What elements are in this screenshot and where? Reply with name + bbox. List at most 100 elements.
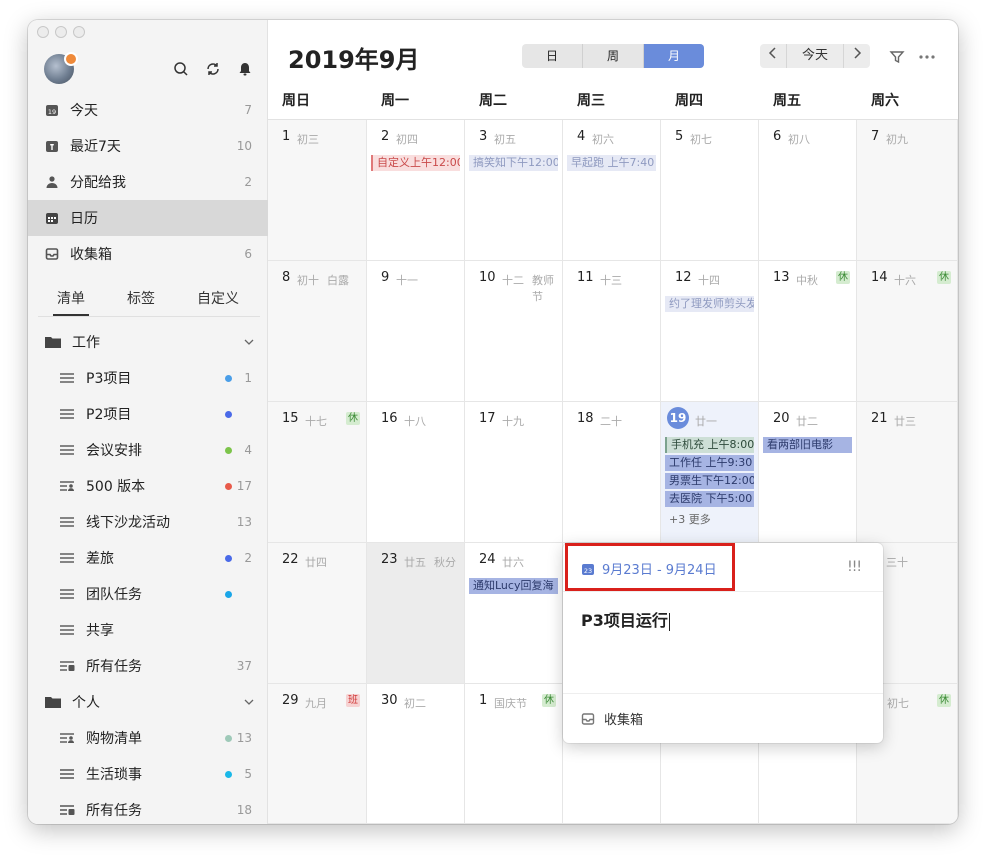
smart-list-item[interactable]: 分配给我 2 (28, 164, 268, 200)
priority-button[interactable]: !!! (847, 559, 862, 575)
day-cell[interactable]: 10 十二 教师节 (465, 261, 563, 402)
date-navigator: 今天 (760, 44, 870, 68)
avatar[interactable] (44, 52, 78, 84)
tab-custom[interactable]: 自定义 (193, 282, 243, 316)
calendar-event[interactable]: 早起跑 上午7:40 (567, 155, 656, 171)
calendar-event[interactable]: 看两部旧电影 (763, 437, 852, 453)
due-date-row[interactable]: 23 9月23日 - 9月24日 (581, 559, 717, 578)
day-cell[interactable]: 4 初六 早起跑 上午7:40 (563, 120, 661, 261)
list-item[interactable]: 购物清单 13 (28, 720, 268, 756)
tab-lists[interactable]: 清单 (53, 282, 89, 316)
day-cell[interactable]: 17 十九 (465, 402, 563, 543)
smart-list-item[interactable]: 日历 (28, 200, 268, 236)
calendar-event[interactable]: 自定义上午12:00 (371, 155, 460, 171)
list-item[interactable]: 团队任务 (28, 576, 268, 612)
task-title-input[interactable]: P3项目运行 (581, 607, 670, 631)
list-item[interactable]: 差旅 2 (28, 540, 268, 576)
day-cell[interactable]: 14 十六 休 (857, 261, 958, 402)
day-cell[interactable]: 19 廿一 手机充 上午8:00 工作任 上午9:30 男票生下午12:00 去医院 下午… (661, 402, 759, 543)
calendar-event[interactable]: 去医院 下午5:00 (665, 491, 754, 507)
more-options-icon[interactable] (918, 48, 936, 66)
search-icon[interactable] (172, 60, 190, 78)
solar-term: 教师节 (532, 274, 554, 303)
calendar-event[interactable]: 手机充 上午8:00 (665, 437, 754, 453)
day-cell[interactable]: 11 十三 (563, 261, 661, 402)
task-count: 5 (244, 767, 252, 781)
calendar-date-icon: 23 (582, 563, 594, 575)
list-item[interactable]: 500 版本 17 (28, 468, 268, 504)
chevron-down-icon[interactable] (244, 695, 254, 709)
day-cell[interactable]: 30 初二 (367, 684, 465, 824)
lunar-date: 十九 (502, 415, 524, 428)
list-item[interactable]: 所有任务 37 (28, 648, 268, 684)
list-item[interactable]: 所有任务 18 (28, 792, 268, 824)
calendar-event[interactable]: 男票生下午12:00 (665, 473, 754, 489)
list-item[interactable]: 共享 (28, 612, 268, 648)
smart-list-item[interactable]: 19 今天 7 (28, 92, 268, 128)
day-cell[interactable]: 15 十七 休 (268, 402, 367, 543)
app-window: 19 今天 7 最近7天 10 分配给我 2 日历 收集箱 6 清单 标签 自定义 工作 P3项目 1… (28, 20, 958, 824)
day-cell[interactable]: 2 初四 自定义上午12:00 (367, 120, 465, 261)
list-name: 收集箱 (604, 713, 644, 728)
close-window-button[interactable] (37, 26, 49, 38)
tab-tags[interactable]: 标签 (123, 282, 159, 316)
day-cell[interactable]: 9 十一 (367, 261, 465, 402)
task-count: 37 (236, 659, 252, 673)
smart-list-item[interactable]: 最近7天 10 (28, 128, 268, 164)
folder-label: 个人 (72, 695, 100, 711)
weekday-label: 周四 (675, 93, 703, 109)
lunar-date: 国庆节 (494, 697, 527, 710)
list-item[interactable]: P3项目 1 (28, 360, 268, 396)
day-cell[interactable]: 12 十四 约了理发师剪头发 (661, 261, 759, 402)
lunar-date: 廿二 (796, 415, 818, 428)
day-cell[interactable]: 13 中秋 休 (759, 261, 857, 402)
day-cell[interactable]: 1 初三 (268, 120, 367, 261)
view-week-button[interactable]: 周 (583, 44, 644, 68)
day-cell[interactable]: 3 初五 搞笑知下午12:00 (465, 120, 563, 261)
list-item[interactable]: 线下沙龙活动 13 (28, 504, 268, 540)
minimize-window-button[interactable] (55, 26, 67, 38)
day-cell[interactable]: 20 廿二 看两部旧电影 (759, 402, 857, 543)
day-cell[interactable]: 8 初十 白露 (268, 261, 367, 402)
day-cell[interactable]: 24 廿六 通知Lucy回复海 (465, 543, 563, 684)
list-selector[interactable]: 收集箱 (581, 709, 643, 728)
lunar-date: 初五 (494, 133, 516, 146)
day-cell[interactable]: 16 十八 (367, 402, 465, 543)
view-month-button[interactable]: 月 (644, 44, 704, 68)
color-dot (225, 770, 232, 778)
today-button[interactable]: 今天 (786, 44, 844, 68)
holiday-badge: 休 (542, 694, 556, 707)
day-cell[interactable]: 7 初九 (857, 120, 958, 261)
folder-row[interactable]: 工作 (28, 324, 268, 360)
zoom-window-button[interactable] (73, 26, 85, 38)
view-day-button[interactable]: 日 (522, 44, 583, 68)
day-cell[interactable]: 1 国庆节 休 (465, 684, 563, 824)
sync-icon[interactable] (204, 60, 222, 78)
folder-row[interactable]: 个人 (28, 684, 268, 720)
day-cell[interactable]: 21 廿三 (857, 402, 958, 543)
chevron-down-icon[interactable] (244, 335, 254, 349)
day-cell[interactable]: 6 初八 (759, 120, 857, 261)
list-item[interactable]: 生活琐事 5 (28, 756, 268, 792)
list-item[interactable]: P2项目 (28, 396, 268, 432)
lunar-date: 初四 (396, 133, 418, 146)
more-events-link[interactable]: +3 更多 (669, 511, 711, 527)
filter-icon[interactable] (888, 48, 906, 66)
list-item[interactable]: 会议安排 4 (28, 432, 268, 468)
calendar-event[interactable]: 约了理发师剪头发 (665, 296, 754, 312)
list-label: P2项目 (86, 407, 132, 423)
color-dot (225, 734, 232, 742)
calendar-event[interactable]: 工作任 上午9:30 (665, 455, 754, 471)
next-month-button[interactable] (844, 44, 870, 68)
day-cell[interactable]: 22 廿四 (268, 543, 367, 684)
day-cell[interactable]: 18 二十 (563, 402, 661, 543)
prev-month-button[interactable] (760, 44, 786, 68)
day-cell[interactable]: 23 廿五 秋分 (367, 543, 465, 684)
lunar-date: 十八 (404, 415, 426, 428)
calendar-event[interactable]: 通知Lucy回复海 (469, 578, 558, 594)
calendar-event[interactable]: 搞笑知下午12:00 (469, 155, 558, 171)
notification-bell-icon[interactable] (236, 60, 254, 78)
day-cell[interactable]: 5 初七 (661, 120, 759, 261)
day-cell[interactable]: 29 九月 班 (268, 684, 367, 824)
smart-list-item[interactable]: 收集箱 6 (28, 236, 268, 272)
